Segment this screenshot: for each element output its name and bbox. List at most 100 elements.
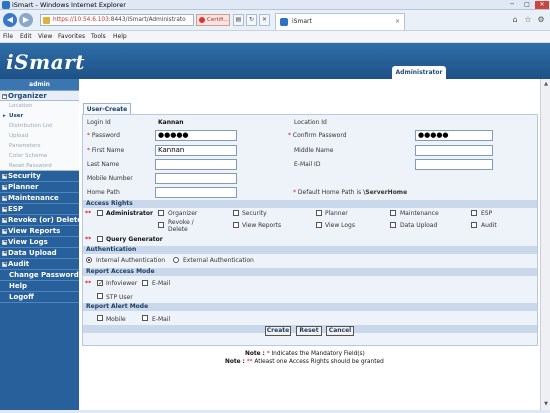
sidebar-item-location[interactable]: Location — [0, 101, 79, 111]
confirm-password-field[interactable]: ●●●●● — [415, 130, 493, 141]
revoke-delete-checkbox[interactable] — [158, 222, 164, 228]
menu-help[interactable]: Help — [113, 33, 127, 40]
esp-checkbox[interactable] — [471, 210, 477, 216]
vertical-scrollbar[interactable]: ▲ ▼ — [540, 79, 550, 410]
data-upload-checkbox[interactable] — [390, 222, 396, 228]
sidebar-link-help[interactable]: Help — [0, 281, 79, 292]
sidebar-item-reset-password[interactable]: Reset Password — [0, 161, 79, 171]
scroll-down-icon[interactable]: ▼ — [542, 400, 550, 408]
internal-auth-radio[interactable] — [86, 257, 92, 263]
middle-name-field[interactable] — [415, 145, 493, 156]
sidebar-link-logoff[interactable]: Logoff — [0, 292, 79, 303]
infoviewer-checkbox[interactable]: ✓ — [97, 280, 103, 287]
compat-icon[interactable]: ▤ — [233, 14, 244, 26]
security-checkbox[interactable] — [233, 210, 239, 216]
last-name-label: Last Name — [87, 161, 120, 168]
password-field[interactable]: ●●●●● — [155, 130, 237, 141]
sidebar-item-data-upload[interactable]: +Data Upload — [0, 248, 79, 259]
home-icon[interactable]: ⌂ — [510, 15, 520, 25]
expand-icon[interactable]: + — [2, 217, 7, 223]
query-generator-checkbox[interactable] — [97, 236, 103, 242]
query-generator-label: Query Generator — [106, 236, 163, 243]
sidebar-item-label: Revoke (or) Delete — [8, 216, 79, 224]
expand-icon[interactable]: + — [2, 206, 7, 212]
tab-close-icon[interactable]: × — [395, 14, 400, 30]
audit-checkbox[interactable] — [471, 222, 477, 228]
refresh-icon[interactable]: ↻ — [246, 14, 257, 26]
expand-icon[interactable]: + — [2, 184, 7, 190]
expand-icon[interactable]: + — [2, 173, 7, 179]
close-button[interactable]: ✕ — [535, 1, 549, 9]
sidebar-item-revoke[interactable]: +Revoke (or) Delete — [0, 215, 79, 226]
sidebar-item-label: ESP — [8, 205, 23, 213]
role-tab[interactable]: Administrator — [392, 66, 446, 79]
gear-icon[interactable]: ⚙ — [536, 15, 546, 25]
maintenance-checkbox[interactable] — [390, 210, 396, 216]
stp-user-checkbox[interactable] — [97, 293, 103, 299]
authentication-header: Authentication — [83, 246, 537, 254]
sidebar-item-distribution-list[interactable]: Distribution List — [0, 121, 79, 131]
administrator-checkbox[interactable] — [97, 210, 103, 216]
menu-favorites[interactable]: Favorites — [58, 33, 85, 40]
menu-tools[interactable]: Tools — [91, 33, 106, 40]
expand-icon[interactable]: + — [2, 239, 7, 245]
favorites-icon[interactable]: ☆ — [523, 15, 533, 25]
tab-user-create[interactable]: User-Create — [83, 103, 131, 114]
home-path-field[interactable] — [155, 187, 237, 198]
stop-icon[interactable]: ✕ — [259, 14, 270, 26]
menu-view[interactable]: View — [38, 33, 52, 40]
mobile-number-field[interactable] — [155, 173, 237, 184]
email-access-checkbox[interactable] — [142, 280, 148, 286]
default-home-note-text: Default Home Path is — [297, 189, 362, 196]
sidebar-item-upload[interactable]: Upload — [0, 131, 79, 141]
expand-icon[interactable]: + — [2, 228, 7, 234]
forward-icon[interactable]: ▶ — [19, 13, 33, 27]
sidebar-item-user[interactable]: ▸ User — [0, 111, 79, 121]
browser-tab[interactable]: iSmart × — [275, 13, 405, 30]
address-bar[interactable]: https://10.54.6.103:8443/iSmart/Administ… — [40, 14, 194, 26]
note-label: Note : — [225, 359, 245, 365]
last-name-field[interactable] — [155, 159, 237, 170]
reset-button[interactable]: Reset — [296, 326, 322, 336]
view-logs-checkbox[interactable] — [316, 222, 322, 228]
sidebar-section-organizer[interactable]: −Organizer — [0, 91, 79, 101]
collapse-icon[interactable]: − — [2, 93, 7, 99]
cancel-button[interactable]: Cancel — [326, 326, 354, 336]
view-reports-checkbox[interactable] — [233, 222, 239, 228]
expand-icon[interactable]: + — [2, 250, 7, 256]
sidebar-item-color-scheme[interactable]: Color Scheme — [0, 151, 79, 161]
required-mark: * — [266, 351, 270, 357]
sidebar-item-parameters[interactable]: Parameters — [0, 141, 79, 151]
sidebar-item-label: Security — [8, 172, 41, 180]
sidebar-item-view-logs[interactable]: +View Logs — [0, 237, 79, 248]
menu-edit[interactable]: Edit — [20, 33, 32, 40]
maximize-button[interactable]: □ — [520, 1, 534, 9]
back-icon[interactable]: ◀ — [3, 13, 17, 27]
email-id-field[interactable] — [415, 159, 493, 170]
sidebar-item-esp[interactable]: +ESP — [0, 204, 79, 215]
sidebar-item-view-reports[interactable]: +View Reports — [0, 226, 79, 237]
sidebar-item-security[interactable]: +Security — [0, 171, 79, 182]
browser-navbar: ◀ ▶ https://10.54.6.103:8443/iSmart/Admi… — [0, 10, 550, 31]
note-access-rights-text: Atleast one Access Rights should be gran… — [254, 359, 384, 365]
external-auth-radio[interactable] — [173, 257, 179, 263]
login-id-label: Login Id — [87, 119, 111, 126]
sidebar-link-change-password[interactable]: Change Password — [0, 270, 79, 281]
minimize-button[interactable]: ─ — [505, 1, 519, 9]
certificate-error[interactable]: Certifi... — [196, 14, 230, 26]
planner-checkbox[interactable] — [316, 210, 322, 216]
sidebar-item-maintenance[interactable]: +Maintenance — [0, 193, 79, 204]
menu-file[interactable]: File — [3, 33, 13, 40]
first-name-field[interactable]: Kannan — [155, 145, 237, 156]
mobile-alert-checkbox[interactable] — [97, 315, 103, 321]
create-button[interactable]: Create — [265, 326, 291, 336]
sidebar-item-planner[interactable]: +Planner — [0, 182, 79, 193]
organizer-checkbox[interactable] — [158, 210, 164, 216]
email-alert-checkbox[interactable] — [142, 315, 148, 321]
login-id-value: Kannan — [158, 119, 184, 126]
window-title: iSmart - Windows Internet Explorer — [12, 1, 126, 9]
scroll-up-icon[interactable]: ▲ — [542, 80, 550, 88]
expand-icon[interactable]: + — [2, 261, 7, 267]
sidebar-item-audit[interactable]: +Audit — [0, 259, 79, 270]
expand-icon[interactable]: + — [2, 195, 7, 201]
